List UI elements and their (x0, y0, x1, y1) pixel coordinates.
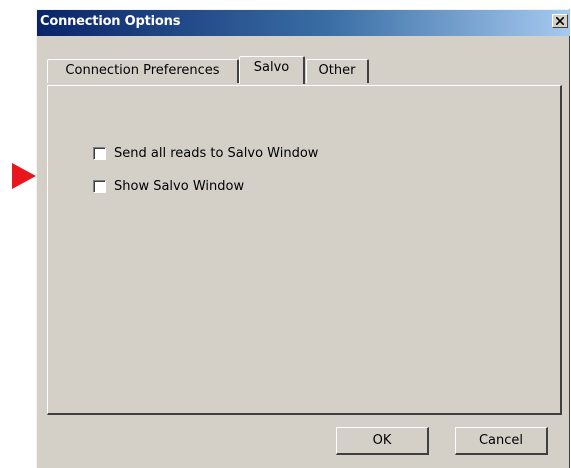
pointer-arrow-icon (12, 163, 36, 189)
close-icon (556, 17, 564, 25)
show-salvo-window-checkbox[interactable] (93, 180, 106, 193)
send-all-reads-label: Send all reads to Salvo Window (114, 146, 319, 161)
window-title: Connection Options (40, 14, 181, 29)
cancel-button[interactable]: Cancel (455, 427, 548, 455)
tab-other[interactable]: Other (306, 59, 369, 83)
tab-label: Other (318, 63, 356, 78)
salvo-tab-panel: Send all reads to Salvo Window Show Salv… (47, 85, 562, 415)
tab-label: Salvo (253, 60, 290, 75)
tab-salvo[interactable]: Salvo (239, 56, 305, 84)
close-button[interactable] (552, 14, 568, 28)
connection-options-dialog: Connection Options Connection Preference… (36, 9, 570, 468)
tab-connection-preferences[interactable]: Connection Preferences (47, 59, 239, 83)
show-salvo-window-label: Show Salvo Window (114, 179, 245, 194)
send-all-reads-option[interactable]: Send all reads to Salvo Window (93, 146, 318, 161)
tab-label: Connection Preferences (65, 63, 220, 78)
title-bar[interactable]: Connection Options (37, 10, 570, 36)
show-salvo-window-option[interactable]: Show Salvo Window (93, 179, 244, 194)
screenshot-canvas: Connection Options Connection Preference… (0, 0, 571, 468)
ok-button[interactable]: OK (336, 427, 429, 455)
send-all-reads-checkbox[interactable] (93, 147, 106, 160)
